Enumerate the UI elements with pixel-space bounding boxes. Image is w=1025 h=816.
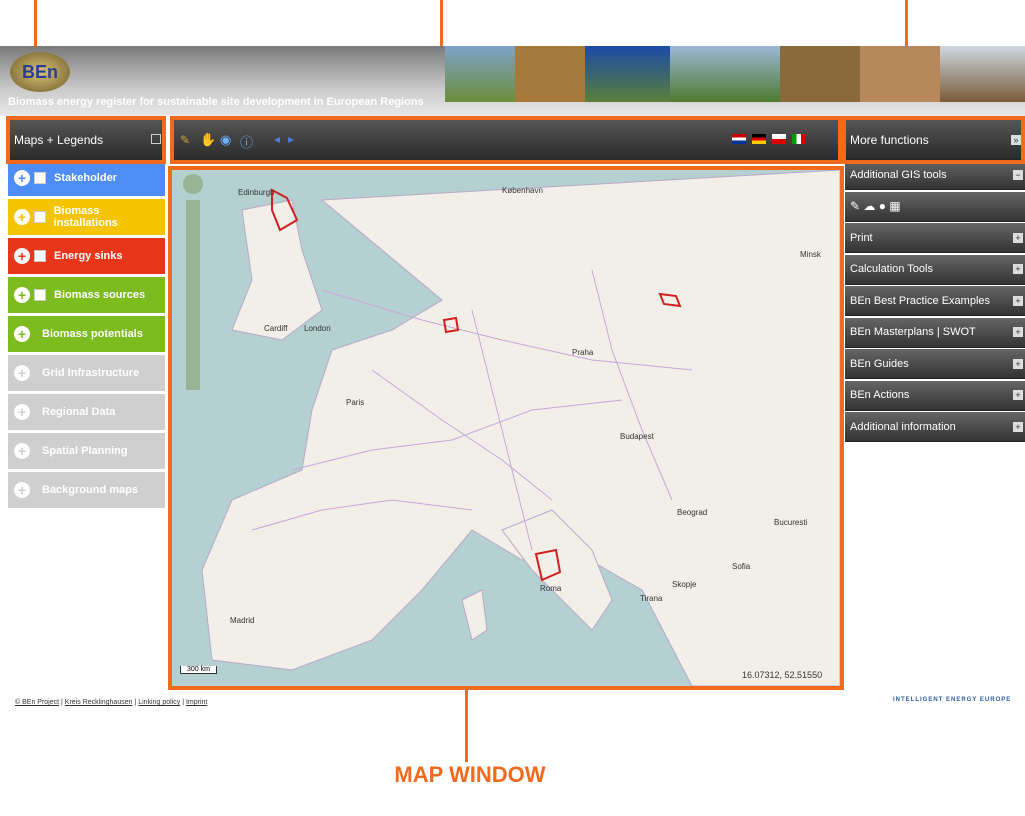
annotation-box-right [842,116,1025,164]
header-photo-field [445,46,515,102]
footer-link[interactable]: Kreis Recklinghausen [65,699,133,706]
footer-link[interactable]: Linking policy [138,699,180,706]
header-photo-tractor [940,46,1025,102]
header-photo-forest [860,46,940,102]
expand-plus-icon[interactable]: + [1013,295,1023,306]
layer-checkbox[interactable] [33,211,46,223]
plus-circle-icon[interactable]: + [14,365,30,381]
annotation-line-bottom [465,686,468,762]
layer-label: Regional Data [42,406,116,418]
layer-item[interactable]: + Biomass sources [8,277,165,313]
layer-checkbox[interactable] [34,250,46,262]
layer-label: Spatial Planning [42,445,128,457]
header-photo-pellets [515,46,585,102]
expand-plus-icon[interactable]: + [1013,232,1023,243]
function-item-label: BEn Actions [850,389,910,401]
layer-label: Grid Infrastructure [42,367,140,379]
layer-checkbox[interactable] [34,172,46,184]
expand-plus-icon[interactable]: + [1013,327,1023,337]
layer-label: Energy sinks [54,250,123,262]
footer-copyright[interactable]: © BEn Project [15,699,59,706]
plus-circle-icon[interactable]: + [14,209,30,225]
function-item-label: BEn Best Practice Examples [850,294,991,307]
header-photo-plant [585,46,670,102]
plus-circle-icon[interactable]: + [14,326,30,342]
gis-tools-icon[interactable]: ✎ ☁ ● ▦ [850,199,901,213]
collapse-icon[interactable]: − [1013,169,1023,180]
tagline: Biomass energy register for sustainable … [8,96,424,108]
annotation-box-left [6,116,166,164]
plus-circle-icon[interactable]: + [14,404,30,420]
layer-item[interactable]: + Biomass installations [8,199,165,235]
footer-links: © BEn Project | Kreis Recklinghausen | L… [15,699,208,706]
layer-label: Biomass sources [54,289,146,301]
layer-item[interactable]: + Biomass potentials [8,316,165,352]
function-item-label: Calculation Tools [850,263,933,275]
function-item-label: BEn Guides [850,357,909,370]
layer-item[interactable]: + Background maps [8,472,165,508]
function-item-label: Additional GIS tools [850,168,947,181]
function-item[interactable]: BEn Actions + [845,380,1025,411]
function-item[interactable]: BEn Guides + [845,349,1025,379]
map-window-annotation: MAP WINDOW [394,762,546,787]
function-item-label: Additional information [850,420,956,433]
expand-plus-icon[interactable]: + [1013,421,1023,432]
layer-label: Biomass installations [53,205,118,229]
layer-item[interactable]: + Spatial Planning [8,433,165,469]
plus-circle-icon[interactable]: + [14,482,30,498]
function-item-label: BEn Masterplans | SWOT [850,326,976,338]
layer-item[interactable]: + Energy sinks [8,238,165,274]
function-item[interactable]: ✎ ☁ ● ▦ [845,191,1025,222]
function-item[interactable]: Additional GIS tools − [845,160,1025,190]
function-item[interactable]: BEn Masterplans | SWOT + [845,317,1025,348]
plus-circle-icon[interactable]: + [14,170,30,186]
layer-label: Biomass potentials [42,328,143,340]
layer-item[interactable]: + Grid Infrastructure [8,355,165,391]
ben-logo: BEn [10,52,70,92]
function-item[interactable]: Additional information + [845,412,1025,442]
iee-logo: INTELLIGENT ENERGY EUROPE [893,697,1012,703]
layer-checkbox[interactable] [34,289,46,301]
function-item[interactable]: Print + [845,223,1025,253]
layer-item[interactable]: + Regional Data [8,394,165,430]
header-photo-logs [780,46,860,102]
layer-label: Background maps [42,484,138,496]
plus-circle-icon[interactable]: + [14,287,30,303]
plus-circle-icon[interactable]: + [14,443,30,459]
function-item[interactable]: BEn Best Practice Examples + [845,286,1025,316]
footer-link[interactable]: Imprint [186,699,207,706]
layer-label: Stakeholder [54,172,117,184]
header-photo-willows [670,46,780,102]
annotation-box-map [168,166,844,690]
expand-plus-icon[interactable]: + [1013,264,1023,274]
annotation-box-toolbar [170,116,842,164]
function-item-label: Print [850,231,873,244]
layer-item[interactable]: + Stakeholder [8,160,165,196]
function-item[interactable]: Calculation Tools + [845,254,1025,285]
expand-plus-icon[interactable]: + [1013,358,1023,369]
expand-plus-icon[interactable]: + [1013,390,1023,400]
plus-circle-icon[interactable]: + [14,248,30,264]
